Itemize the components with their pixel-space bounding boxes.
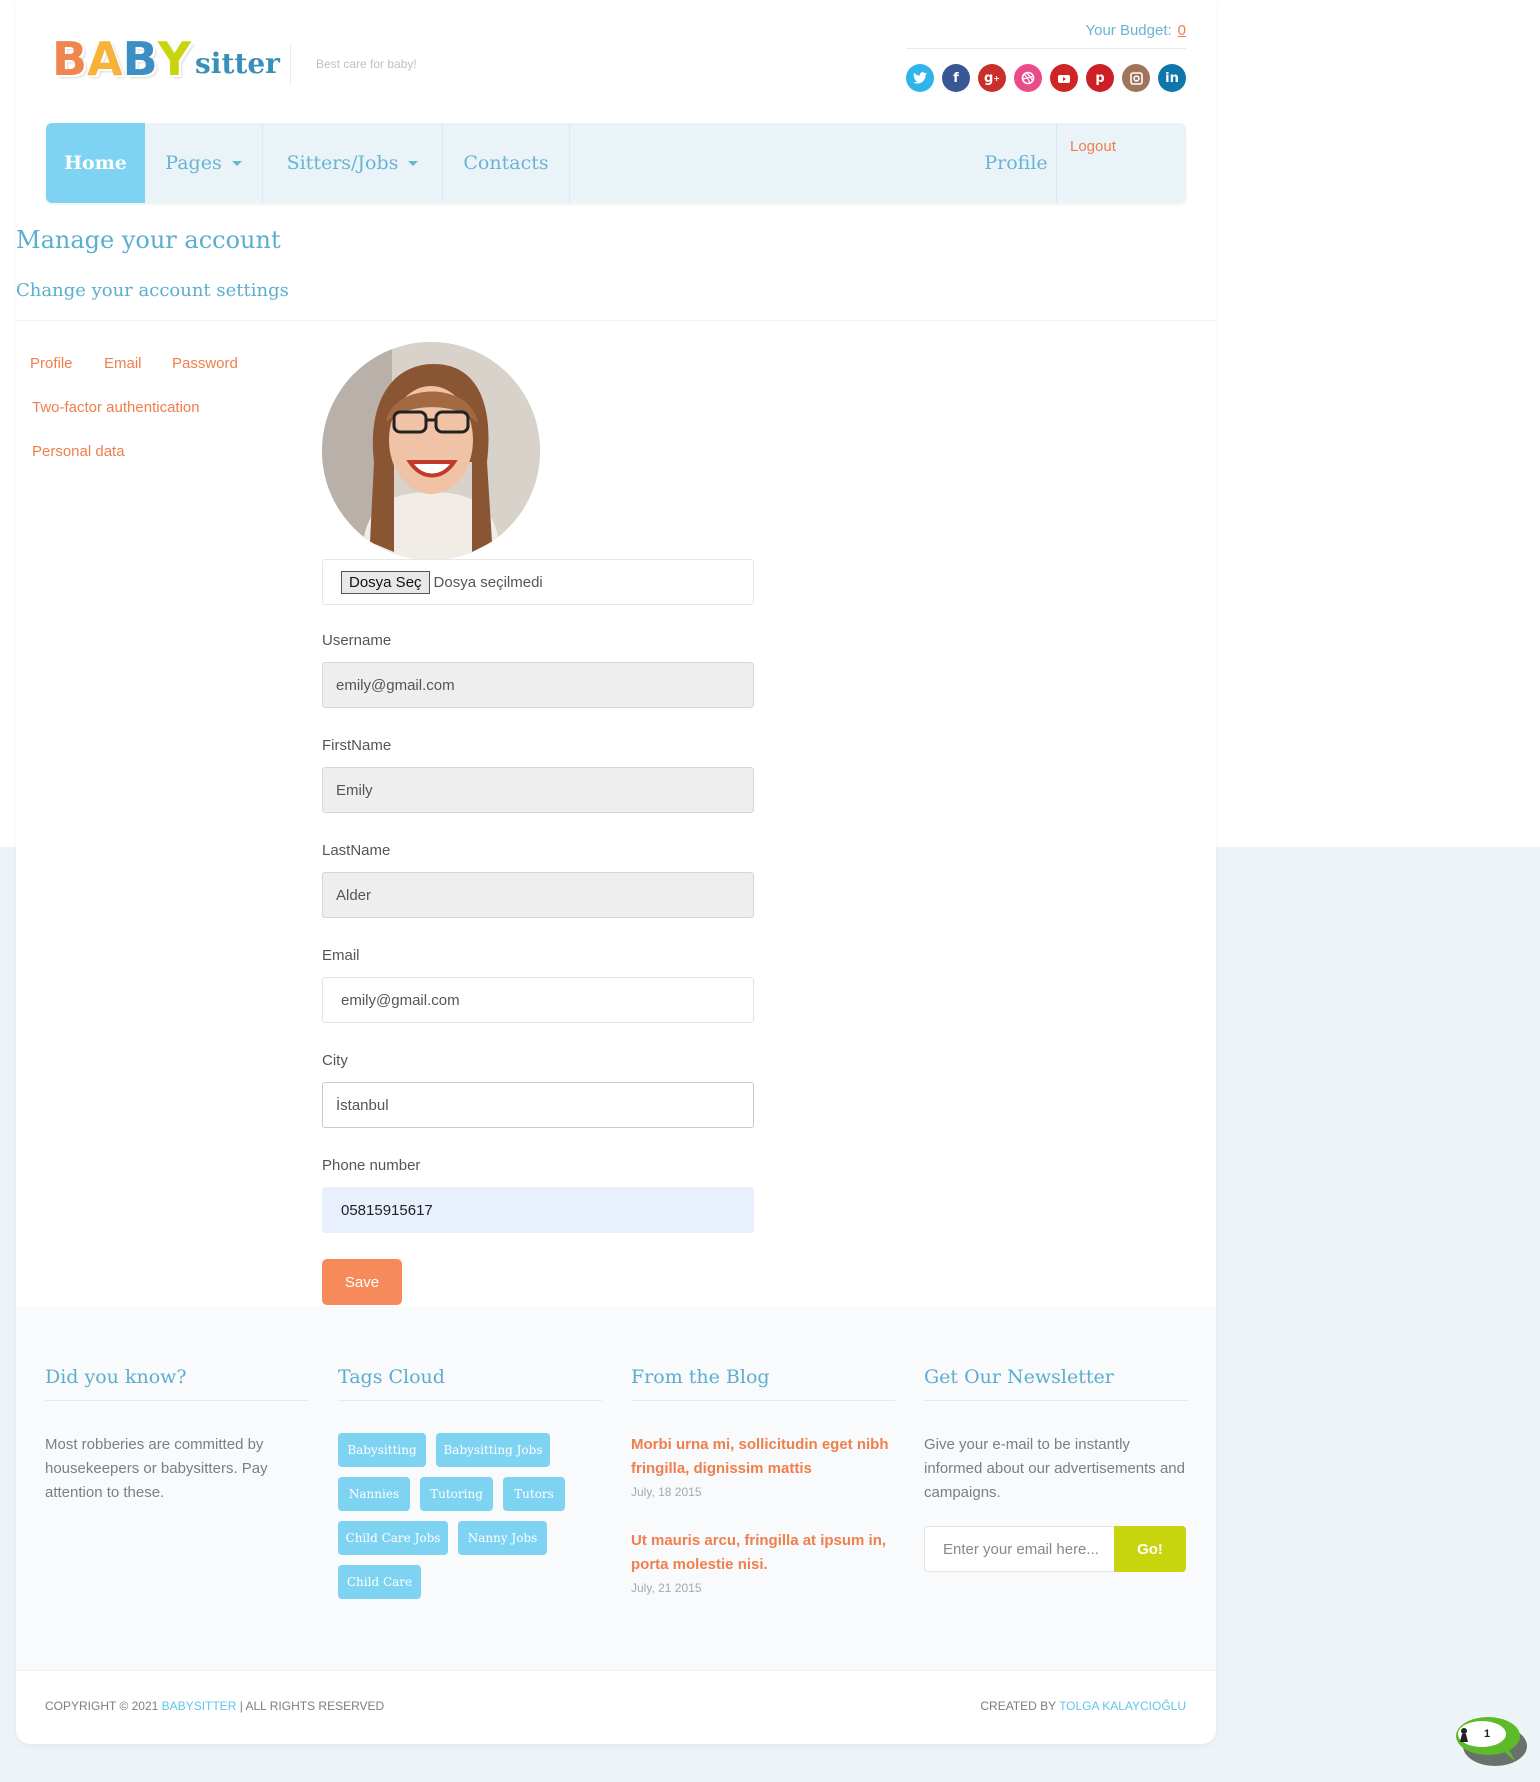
username-label: Username [322,632,392,649]
facebook-icon[interactable]: f [942,64,970,92]
divider [924,1400,1188,1401]
city-field[interactable]: İstanbul [322,1082,754,1128]
babysitter-logo[interactable]: B A B Y sitter [52,28,280,84]
tag-babysitting-jobs[interactable]: Babysitting Jobs [436,1433,550,1467]
copyright-brand-link[interactable]: BABYSITTER [162,1699,237,1713]
profile-avatar [322,342,540,560]
logout-link[interactable]: Logout [1070,138,1116,155]
choose-file-button[interactable]: Dosya Seç [341,570,430,594]
dribbble-icon[interactable] [1014,64,1042,92]
instagram-icon[interactable] [1122,64,1150,92]
nav-separator [569,123,570,203]
nav-sitters-jobs-label: Sitters/Jobs [286,152,399,174]
created-by-author-link[interactable]: TOLGA KALAYCIOĞLU [1059,1699,1186,1713]
tag-nanny-jobs[interactable]: Nanny Jobs [458,1521,547,1555]
divider [338,1400,602,1401]
nav-separator [1056,123,1057,203]
blog-post-date: July, 18 2015 [631,1485,702,1499]
side-link-two-factor[interactable]: Two-factor authentication [32,399,200,416]
budget-label: Your Budget: [1085,22,1172,39]
tag-child-care-jobs[interactable]: Child Care Jobs [338,1521,448,1555]
save-button[interactable]: Save [322,1259,402,1305]
copyright-prefix: COPYRIGHT © 2021 [45,1699,159,1713]
logo-letter: B [52,32,88,86]
phone-label: Phone number [322,1157,421,1174]
twitter-icon[interactable] [906,64,934,92]
email-field[interactable]: emily@gmail.com [322,977,754,1023]
page-subtitle: Change your account settings [16,280,289,301]
nav-pages-label: Pages [165,152,222,174]
blog-post-link[interactable]: Morbi urna mi, sollicitudin eget nibh fr… [631,1433,901,1481]
logo-letter: B [122,32,158,86]
nav-contacts[interactable]: Contacts [443,123,569,203]
nav-pages[interactable]: Pages [145,123,262,203]
main-nav: Home Pages Sitters/Jobs Contacts Profile [46,123,1186,203]
chevron-down-icon [408,160,419,166]
did-you-know-title: Did you know? [45,1366,187,1388]
nav-profile[interactable]: Profile [956,123,1076,203]
lastname-field[interactable]: Alder [322,872,754,918]
budget-value-link[interactable]: 0 [1178,22,1186,39]
tagline: Best care for baby! [316,57,417,71]
logo-letter: Y [157,32,192,86]
divider [16,320,1216,321]
avatar-file-input[interactable]: Dosya Seç Dosya seçilmedi [322,559,754,605]
chevron-down-icon [231,160,242,166]
google-plus-icon[interactable]: g + [978,64,1006,92]
side-link-email[interactable]: Email [104,355,142,372]
tags-cloud-title: Tags Cloud [338,1366,445,1388]
chat-widget[interactable]: 1 [1450,1712,1530,1772]
newsletter-text: Give your e-mail to be instantly informe… [924,1436,1185,1501]
social-icons: f g + p in [906,64,1186,92]
newsletter-title: Get Our Newsletter [924,1366,1114,1388]
copyright: COPYRIGHT © 2021 BABYSITTER | ALL RIGHTS… [45,1699,384,1713]
blog-post-date: July, 21 2015 [631,1581,702,1595]
header-divider [290,44,291,86]
divider [45,1400,309,1401]
pinterest-icon[interactable]: p [1086,64,1114,92]
lastname-label: LastName [322,842,391,859]
did-you-know-text: Most robberies are committed by housekee… [45,1436,268,1501]
youtube-icon[interactable] [1050,64,1078,92]
blog-title: From the Blog [631,1366,770,1388]
blog-post-link[interactable]: Ut mauris arcu, fringilla at ipsum in, p… [631,1529,901,1577]
tag-nannies[interactable]: Nannies [338,1477,410,1511]
divider [631,1400,895,1401]
side-link-profile[interactable]: Profile [30,355,73,372]
copyright-suffix: | ALL RIGHTS RESERVED [239,1699,385,1713]
linkedin-icon[interactable]: in [1158,64,1186,92]
tag-babysitting[interactable]: Babysitting [338,1433,426,1467]
firstname-label: FirstName [322,737,392,754]
tag-tutors[interactable]: Tutors [503,1477,565,1511]
side-link-password[interactable]: Password [172,355,238,372]
budget: Your Budget: 0 [1085,22,1186,39]
page-title: Manage your account [16,226,281,254]
social-divider [906,48,1186,49]
tag-tutoring[interactable]: Tutoring [420,1477,493,1511]
phone-field[interactable]: 05815915617 [322,1187,754,1233]
newsletter-go-button[interactable]: Go! [1114,1526,1186,1572]
created-by-prefix: CREATED BY [980,1699,1056,1713]
tag-child-care[interactable]: Child Care [338,1565,421,1599]
username-field[interactable]: emily@gmail.com [322,662,754,708]
logo-sitter-text: sitter [195,47,280,80]
nav-home[interactable]: Home [46,123,145,203]
side-link-personal-data[interactable]: Personal data [32,443,125,460]
nav-sitters-jobs[interactable]: Sitters/Jobs [263,123,442,203]
created-by: CREATED BY TOLGA KALAYCIOĞLU [980,1699,1186,1713]
city-label: City [322,1052,348,1069]
logo-letter: A [87,32,123,86]
email-label: Email [322,947,360,964]
file-status: Dosya seçilmedi [433,573,543,591]
newsletter-email-input[interactable]: Enter your email here... [924,1526,1114,1572]
firstname-field[interactable]: Emily [322,767,754,813]
chat-count-badge: 1 [1484,1728,1491,1740]
